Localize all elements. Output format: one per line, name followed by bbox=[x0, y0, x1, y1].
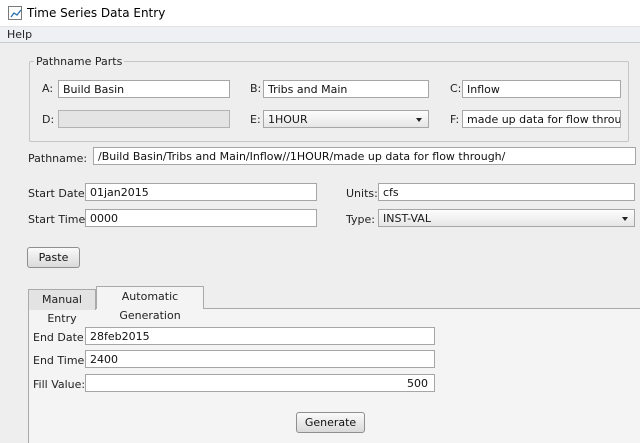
tab-automatic-generation[interactable]: Automatic Generation bbox=[96, 286, 204, 322]
part-c-label: C: bbox=[450, 82, 462, 95]
chevron-down-icon bbox=[622, 217, 628, 221]
time-series-data-entry-window: Time Series Data Entry Help Pathname Par… bbox=[0, 0, 640, 443]
pathname-parts-title: Pathname Parts bbox=[34, 55, 125, 68]
menu-bar: Help bbox=[0, 27, 640, 43]
fill-value-label: Fill Value: bbox=[33, 378, 86, 391]
part-f-label: F: bbox=[450, 113, 460, 126]
pathname-field[interactable]: /Build Basin/Tribs and Main/Inflow//1HOU… bbox=[93, 147, 636, 165]
app-window-icon bbox=[8, 6, 22, 20]
part-e-value: 1HOUR bbox=[268, 113, 308, 126]
tab-manual-entry[interactable]: Manual Entry bbox=[28, 289, 96, 325]
part-d-field bbox=[58, 110, 230, 128]
part-c-field[interactable]: Inflow bbox=[462, 80, 621, 98]
menu-help[interactable]: Help bbox=[7, 28, 32, 41]
part-f-field[interactable]: made up data for flow through bbox=[462, 110, 621, 128]
part-e-select[interactable]: 1HOUR bbox=[263, 110, 429, 128]
start-time-label: Start Time: bbox=[28, 213, 89, 226]
part-b-label: B: bbox=[250, 82, 262, 95]
end-date-label: End Date: bbox=[33, 331, 88, 344]
type-label: Type: bbox=[346, 213, 375, 226]
part-e-label: E: bbox=[250, 113, 261, 126]
units-field[interactable]: cfs bbox=[378, 183, 635, 201]
pathname-label: Pathname: bbox=[28, 152, 88, 165]
pathname-parts-group bbox=[29, 61, 629, 142]
generate-button[interactable]: Generate bbox=[296, 412, 365, 433]
type-value: INST-VAL bbox=[383, 212, 431, 225]
start-date-field[interactable]: 01jan2015 bbox=[85, 183, 317, 201]
part-d-label: D: bbox=[42, 113, 55, 126]
end-date-field[interactable]: 28feb2015 bbox=[85, 327, 435, 345]
start-time-field[interactable]: 0000 bbox=[85, 209, 317, 227]
title-bar: Time Series Data Entry bbox=[0, 0, 640, 27]
type-select[interactable]: INST-VAL bbox=[378, 209, 635, 227]
part-a-label: A: bbox=[42, 82, 54, 95]
end-time-label: End Time: bbox=[33, 354, 89, 367]
end-time-field[interactable]: 2400 bbox=[85, 350, 435, 368]
part-b-field[interactable]: Tribs and Main bbox=[263, 80, 429, 98]
chevron-down-icon bbox=[416, 118, 422, 122]
start-date-label: Start Date: bbox=[28, 187, 89, 200]
units-label: Units: bbox=[346, 187, 378, 200]
paste-button[interactable]: Paste bbox=[27, 247, 80, 268]
window-title: Time Series Data Entry bbox=[27, 6, 166, 20]
fill-value-field[interactable]: 500 bbox=[85, 374, 435, 392]
part-a-field[interactable]: Build Basin bbox=[58, 80, 230, 98]
